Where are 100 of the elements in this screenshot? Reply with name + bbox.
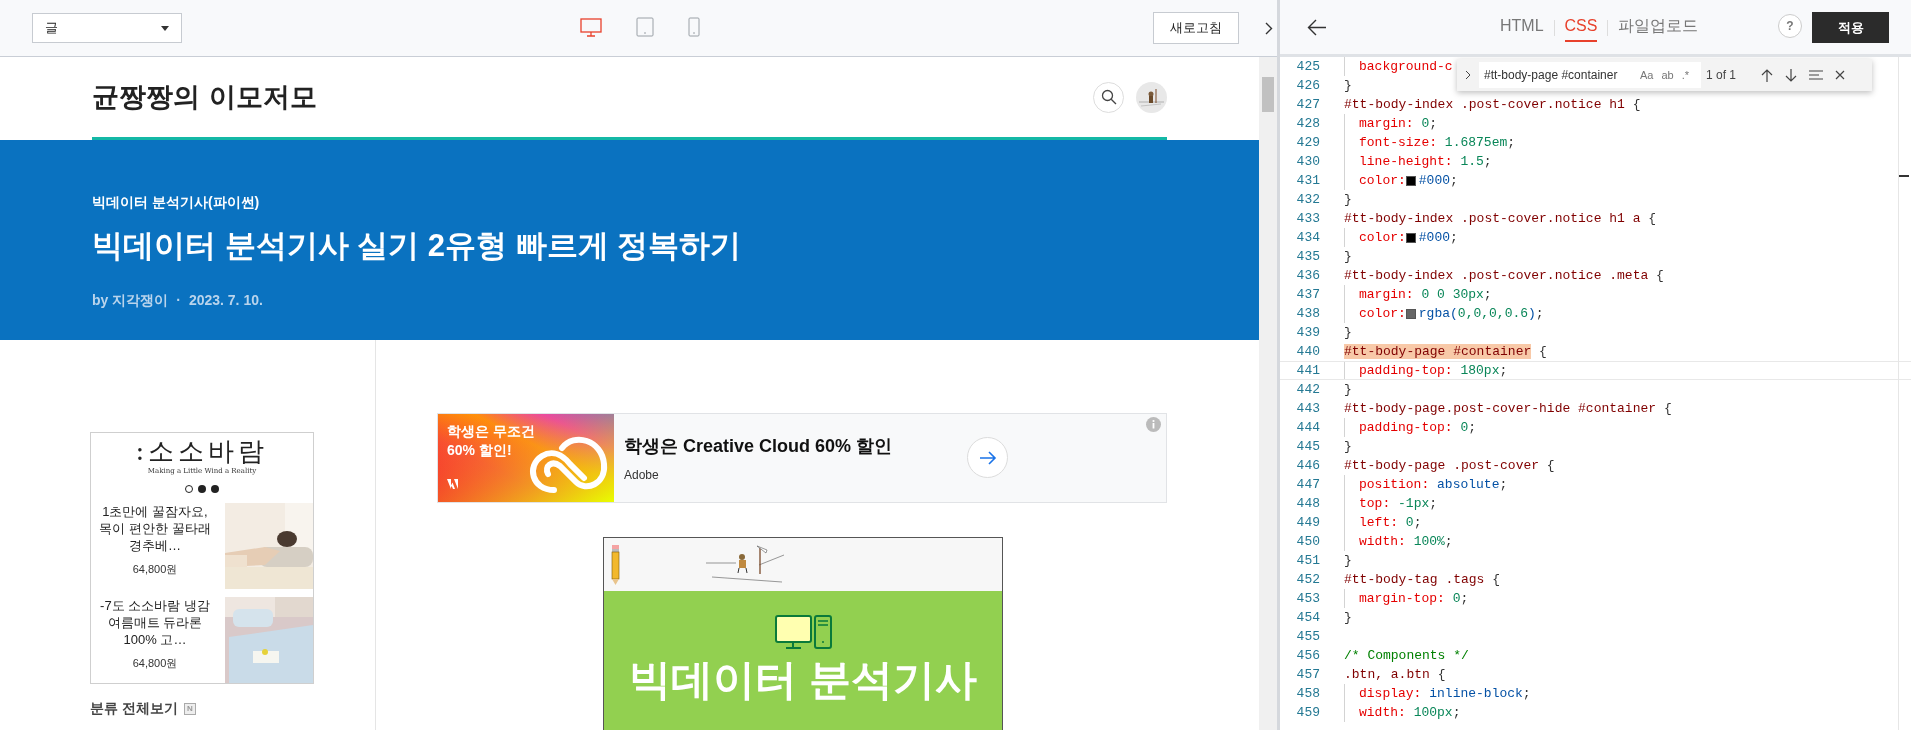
code-text: #tt-body-page #container {	[1344, 342, 1547, 361]
new-badge: N	[183, 702, 196, 715]
match-count: 1 of 1	[1706, 67, 1737, 84]
code-text: #tt-body-page.post-cover-hide #container {	[1344, 399, 1672, 418]
find-input[interactable]: #tt-body-page #container	[1484, 66, 1639, 84]
line-number: 456	[1295, 646, 1320, 665]
code-text: line-height: 1.5;	[1359, 152, 1492, 171]
code-text: }	[1344, 190, 1352, 209]
line-number: 447	[1295, 475, 1320, 494]
code-text: #tt-body-page .post-cover {	[1344, 456, 1555, 475]
line-number: 432	[1295, 190, 1320, 209]
code-text: }	[1344, 380, 1352, 399]
line-number: 446	[1295, 456, 1320, 475]
code-text: #000;	[1418, 171, 1458, 190]
code-text: position: absolute;	[1359, 475, 1508, 494]
back-arrow-icon[interactable]	[1307, 18, 1327, 36]
category-link[interactable]: 분류 전체보기	[90, 698, 178, 719]
banner-ad[interactable]: 학생은 무조건 60% 할인! 학생은 Creative Cloud 60% 할인 Adobe	[437, 413, 1167, 503]
code-text: /* Components */	[1344, 646, 1469, 665]
find-field[interactable]: #tt-body-page #container Aa ab .*	[1479, 62, 1701, 88]
brand-logo: :소소바람	[135, 436, 269, 466]
arrow-right-button[interactable]	[967, 437, 1008, 478]
view-dropdown[interactable]: 글	[32, 13, 182, 43]
product-name[interactable]: 1초만에 꿀잠자요, 목이 편안한 꿀타래 경추베…	[96, 502, 214, 554]
line-number: 426	[1295, 76, 1320, 95]
refresh-button[interactable]: 새로고침	[1153, 12, 1239, 44]
line-number: 459	[1295, 703, 1320, 722]
blog-title[interactable]: 균짱짱의 이모저모	[92, 76, 318, 118]
ad-image-text: 60% 할인!	[447, 441, 513, 460]
code-text: #000;	[1418, 228, 1458, 247]
post-title: 빅데이터 분석기사 실기 2유형 빠르게 정복하기	[92, 227, 743, 265]
line-number: 427	[1295, 95, 1320, 114]
line-number: 434	[1295, 228, 1320, 247]
regex-toggle[interactable]: .*	[1680, 66, 1691, 84]
search-icon	[1100, 89, 1117, 105]
code-text: color:	[1359, 228, 1406, 247]
line-number: 437	[1295, 285, 1320, 304]
line-number: 444	[1295, 418, 1320, 437]
apply-button[interactable]: 적용	[1812, 12, 1889, 43]
code-text: color:	[1359, 171, 1406, 190]
desktop-icon[interactable]	[580, 17, 602, 37]
close-icon[interactable]	[1835, 70, 1846, 80]
advertiser-text: Adobe	[624, 466, 660, 484]
line-number: 438	[1295, 304, 1320, 323]
code-text: #tt-body-index .post-cover.notice h1 {	[1344, 95, 1641, 114]
code-text: color:	[1359, 304, 1406, 323]
code-text: display: inline-block;	[1359, 684, 1531, 703]
thumbnail-title: 빅데이터 분석기사	[629, 655, 977, 705]
line-number: 445	[1295, 437, 1320, 456]
chevron-right-icon[interactable]	[1265, 22, 1273, 35]
caret-icon	[161, 25, 169, 31]
line-number: 435	[1295, 247, 1320, 266]
code-text: #tt-body-tag .tags {	[1344, 570, 1501, 589]
line-number: 428	[1295, 114, 1320, 133]
ad-title[interactable]: 학생은 Creative Cloud 60% 할인	[624, 432, 893, 460]
line-number: 439	[1295, 323, 1320, 342]
arrow-up-icon[interactable]	[1761, 68, 1774, 82]
help-button[interactable]: ?	[1778, 14, 1802, 38]
author-text: by 지각쟁이	[92, 290, 169, 310]
color-swatch[interactable]	[1405, 175, 1416, 186]
editor-tab[interactable]: CSS	[1564, 14, 1598, 42]
code-text: #tt-body-index .post-cover.notice .meta {	[1344, 266, 1664, 285]
arrow-down-icon[interactable]	[1785, 68, 1798, 82]
arrow-right-icon	[978, 450, 997, 465]
line-number: 443	[1295, 399, 1320, 418]
line-number: 457	[1295, 665, 1320, 684]
line-number: 458	[1295, 684, 1320, 703]
line-number: 440	[1295, 342, 1320, 361]
whole-word-toggle[interactable]: ab	[1660, 66, 1675, 84]
code-text: width: 100px;	[1359, 703, 1461, 722]
product-name[interactable]: -7도 소소바람 냉감 여름매트 듀라론 100% 고…	[96, 596, 214, 648]
line-number: 449	[1295, 513, 1320, 532]
color-swatch[interactable]	[1405, 308, 1416, 319]
overview-marker	[1899, 175, 1909, 177]
line-number: 436	[1295, 266, 1320, 285]
line-number: 454	[1295, 608, 1320, 627]
color-swatch[interactable]	[1405, 232, 1416, 243]
code-text: }	[1344, 247, 1352, 266]
ad-image-text: 학생은 무조건	[447, 422, 535, 441]
editor-tab[interactable]: HTML	[1500, 14, 1544, 42]
line-number: 442	[1295, 380, 1320, 399]
line-number: 429	[1295, 133, 1320, 152]
scrollbar[interactable]	[1259, 57, 1277, 730]
line-number: 448	[1295, 494, 1320, 513]
code-text: }	[1344, 608, 1352, 627]
code-text: top: -1px;	[1359, 494, 1438, 513]
editor-tab[interactable]: 파일업로드	[1618, 14, 1699, 42]
category-label[interactable]: 빅데이터 분석기사(파이썬)	[92, 192, 1260, 213]
separator-dot: ·	[176, 290, 181, 310]
chevron-right-icon[interactable]	[1465, 70, 1471, 80]
code-text: padding-top: 0;	[1359, 418, 1477, 437]
line-number: 455	[1295, 627, 1320, 646]
code-text: .btn, a.btn {	[1344, 665, 1446, 684]
post-date: 2023. 7. 10.	[188, 290, 263, 310]
line-number: 453	[1295, 589, 1320, 608]
code-text: padding-top: 180px;	[1359, 361, 1508, 380]
computer-icon	[774, 615, 832, 649]
line-number: 441	[1295, 361, 1320, 380]
match-case-toggle[interactable]: Aa	[1639, 66, 1655, 84]
product-price: 64,800원	[132, 561, 178, 577]
